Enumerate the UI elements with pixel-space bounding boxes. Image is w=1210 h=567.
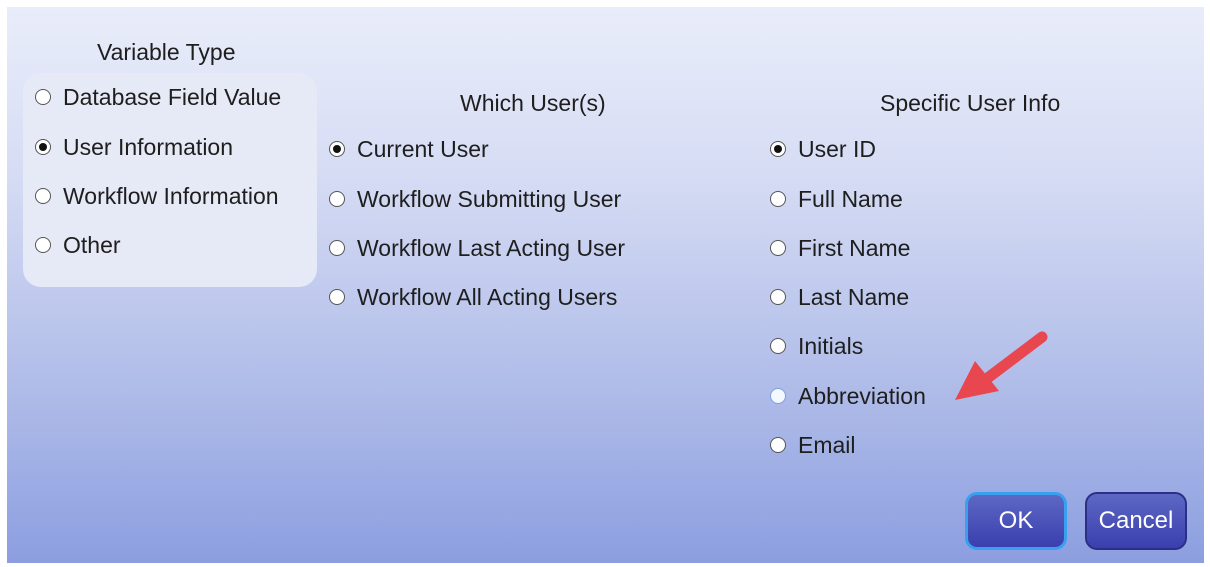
radio-other[interactable]: Other — [35, 230, 121, 260]
annotation-arrow-icon — [955, 331, 1048, 400]
radio-full-name[interactable]: Full Name — [770, 184, 903, 214]
radio-label: Workflow Submitting User — [357, 185, 622, 212]
radio-button-checked[interactable] — [329, 141, 345, 157]
radio-initials[interactable]: Initials — [770, 331, 863, 361]
radio-workflow-last-acting-user[interactable]: Workflow Last Acting User — [329, 233, 625, 263]
radio-label: User Information — [63, 133, 234, 160]
radio-label: Email — [798, 431, 856, 458]
radio-workflow-information[interactable]: Workflow Information — [35, 181, 279, 211]
radio-email[interactable]: Email — [770, 430, 856, 460]
radio-label: Workflow All Acting Users — [357, 283, 618, 310]
radio-button-hover[interactable] — [770, 388, 786, 404]
variable-type-heading: Variable Type — [97, 39, 236, 65]
ok-button[interactable]: OK — [965, 492, 1067, 550]
radio-label: Initials — [798, 332, 864, 359]
radio-button[interactable] — [35, 237, 51, 253]
radio-button[interactable] — [329, 191, 345, 207]
radio-workflow-all-acting-users[interactable]: Workflow All Acting Users — [329, 282, 617, 312]
radio-first-name[interactable]: First Name — [770, 233, 910, 263]
radio-button-checked[interactable] — [770, 141, 786, 157]
radio-button[interactable] — [35, 89, 51, 105]
variable-dialog: Variable Type Database Field Value User … — [7, 7, 1204, 563]
radio-last-name[interactable]: Last Name — [770, 282, 909, 312]
radio-current-user[interactable]: Current User — [329, 134, 489, 164]
which-users-heading: Which User(s) — [460, 90, 606, 116]
radio-user-information[interactable]: User Information — [35, 132, 233, 162]
radio-button[interactable] — [770, 240, 786, 256]
radio-label: Current User — [357, 135, 489, 162]
radio-label: First Name — [798, 234, 911, 261]
radio-button[interactable] — [770, 338, 786, 354]
radio-workflow-submitting-user[interactable]: Workflow Submitting User — [329, 184, 621, 214]
radio-button[interactable] — [770, 191, 786, 207]
radio-label: Abbreviation — [798, 382, 926, 409]
radio-label: Workflow Information — [63, 182, 279, 209]
radio-button[interactable] — [35, 188, 51, 204]
radio-abbreviation[interactable]: Abbreviation — [770, 381, 926, 411]
specific-user-info-heading: Specific User Info — [880, 90, 1061, 116]
radio-database-field-value[interactable]: Database Field Value — [35, 82, 281, 112]
radio-user-id[interactable]: User ID — [770, 134, 876, 164]
radio-label: Last Name — [798, 283, 910, 310]
radio-label: Database Field Value — [63, 83, 282, 110]
radio-button[interactable] — [329, 289, 345, 305]
radio-label: Workflow Last Acting User — [357, 234, 626, 261]
cancel-button[interactable]: Cancel — [1085, 492, 1187, 550]
radio-button[interactable] — [770, 289, 786, 305]
radio-button[interactable] — [770, 437, 786, 453]
radio-button[interactable] — [329, 240, 345, 256]
radio-button-checked[interactable] — [35, 139, 51, 155]
radio-label: Full Name — [798, 185, 903, 212]
radio-label: User ID — [798, 135, 876, 162]
radio-label: Other — [63, 231, 121, 258]
